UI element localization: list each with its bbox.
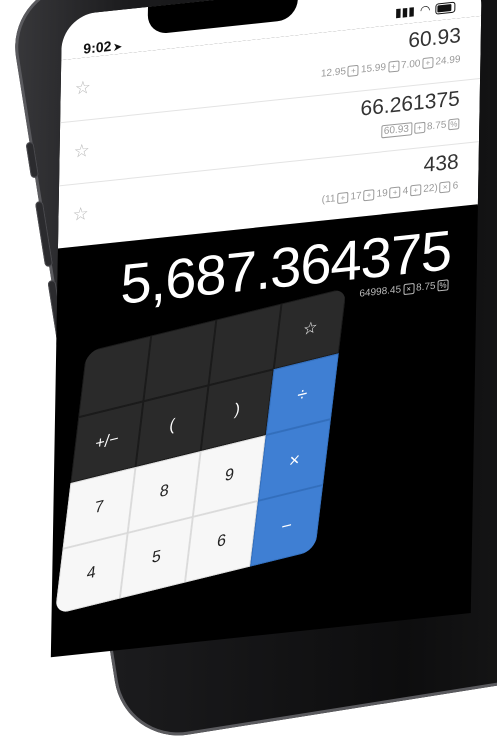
previous-result-chip: 60.93: [380, 122, 412, 139]
history-expression: 12.95 +15.99 +7.00 +24.99: [321, 54, 461, 80]
wifi-icon: ◠: [419, 2, 431, 18]
operator-badge: +: [389, 186, 401, 199]
history-expression: 60.93 +8.75%: [380, 117, 460, 139]
operator-badge: +: [413, 121, 425, 134]
operator-badge: %: [448, 118, 460, 131]
history-expression: (11 +17 +19 +4 +22) × 6: [322, 180, 459, 205]
star-icon[interactable]: ☆: [72, 203, 88, 226]
screen: 9:02 ➤ ▮▮▮ ◠ ☆ 60.93 12.95 +15.99 +7.00 +24.99…: [50, 0, 482, 658]
operator-badge: +: [337, 191, 349, 205]
expression-term: (11: [321, 193, 336, 206]
expression-term: 24.99: [435, 54, 461, 68]
operator-badge: %: [437, 279, 449, 292]
system-icons: ▮▮▮ ◠: [395, 0, 456, 20]
expression-term: 8.75: [426, 119, 447, 133]
volume-up-button: [34, 200, 54, 268]
star-icon[interactable]: ☆: [73, 140, 89, 163]
expression-term: 4: [402, 185, 409, 198]
expression-term: 12.95: [320, 66, 347, 80]
expression-term: 8.75: [415, 280, 436, 294]
location-arrow-icon: ➤: [113, 41, 122, 54]
operator-badge: ×: [402, 282, 415, 296]
operator-badge: +: [410, 184, 422, 197]
expression-term: 6: [452, 180, 459, 192]
expression-term: 17: [350, 190, 362, 203]
expression-term: 7.00: [400, 58, 421, 72]
operator-badge: +: [387, 60, 400, 73]
expression-term: 15.99: [360, 61, 387, 76]
mute-switch: [25, 141, 40, 179]
star-icon[interactable]: ☆: [75, 77, 91, 100]
operator-badge: +: [363, 189, 375, 202]
operator-badge: +: [347, 64, 360, 77]
expression-term: 22): [423, 182, 438, 195]
operator-badge: ×: [439, 181, 451, 194]
history-result: 66.261375: [360, 87, 460, 121]
history-result: 438: [423, 150, 459, 177]
signal-icon: ▮▮▮: [394, 3, 416, 20]
notch: [147, 0, 298, 35]
expression-term: 19: [376, 187, 388, 200]
history-result: 60.93: [408, 23, 462, 53]
operator-badge: +: [422, 56, 434, 70]
battery-icon: [435, 1, 456, 15]
